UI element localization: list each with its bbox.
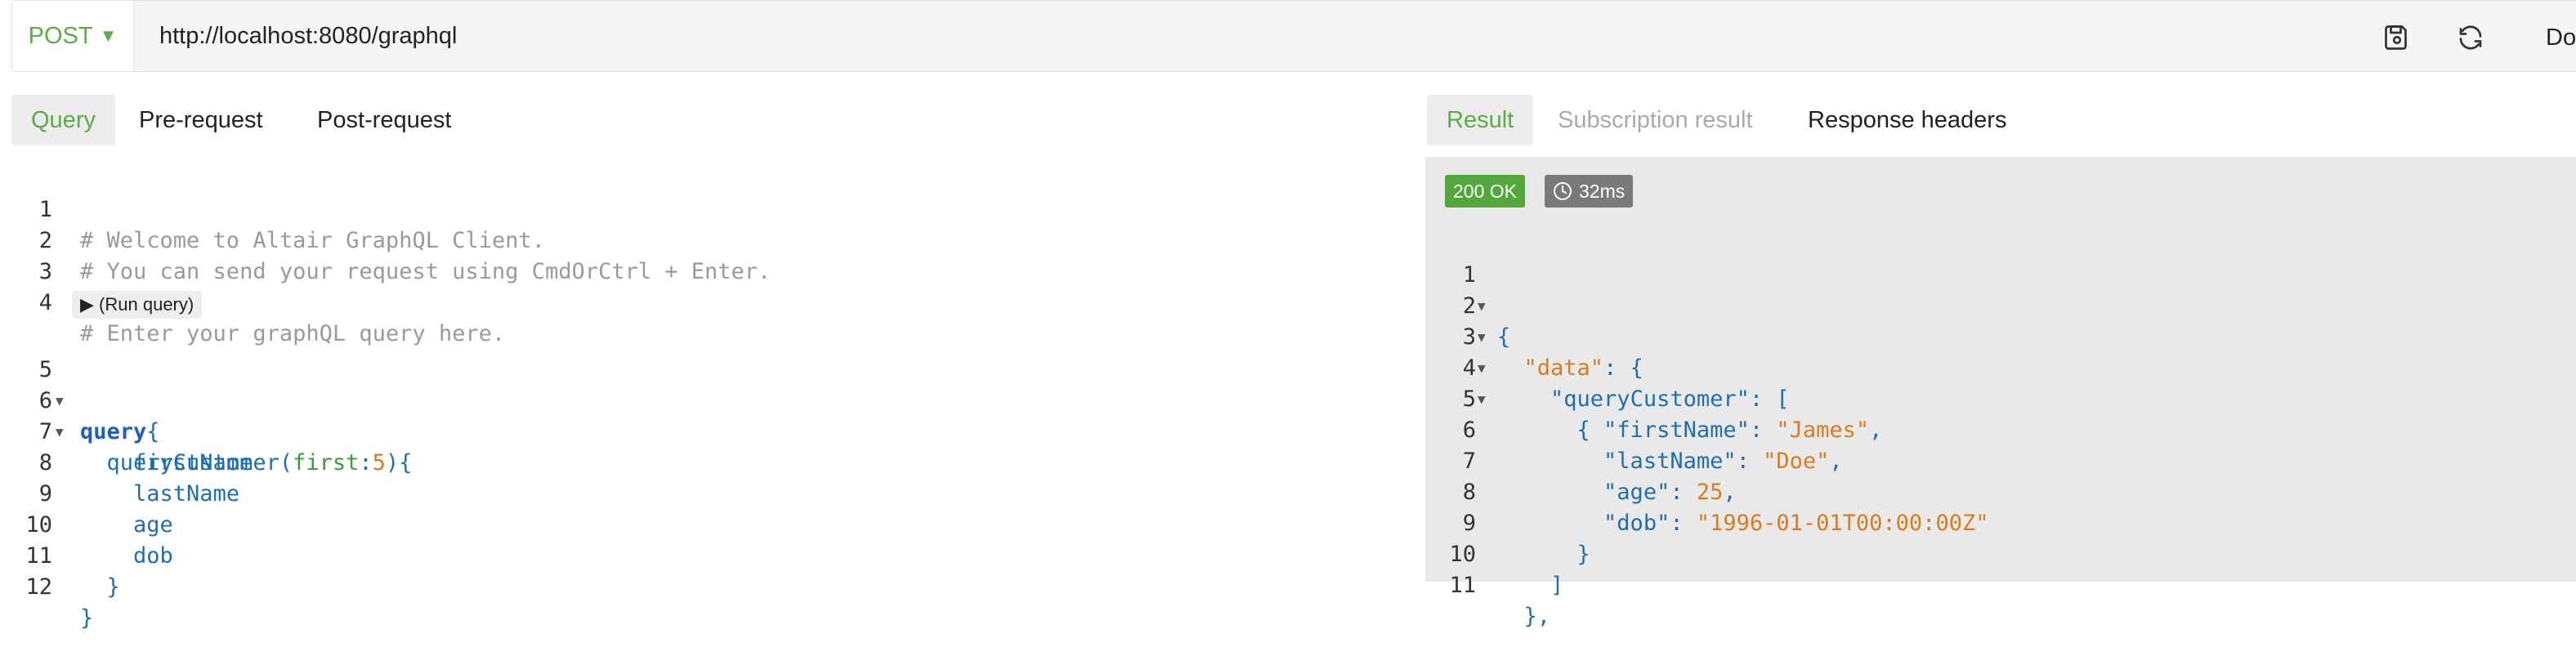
response-time-badge: 32ms [1545,175,1634,208]
query-editor[interactable]: 1 # Welcome to Altair GraphQL Client. 2 … [0,154,1422,631]
result-line: 5 "firstName": "James", [1462,386,1883,443]
play-icon: ▶ [80,294,94,315]
run-query-label: (Run query) [99,294,195,315]
docs-button[interactable]: Doc [2546,1,2576,71]
url-bar: POST ▼ Doc [11,0,2576,72]
editor-line: 2 # You can send your request using CmdO… [38,228,771,284]
editor-line: 9 age [38,481,173,538]
editor-line: 6 ▼ queryCustomer(first:5){ [38,388,413,475]
status-badge: 200 OK [1445,175,1525,208]
method-label: POST [28,22,93,49]
result-line: 11 }, [1449,573,1551,629]
method-dropdown[interactable]: POST ▼ [12,1,134,71]
clock-icon [1554,182,1572,200]
editor-line: 3 [38,259,52,284]
editor-line: 5 ▼ query{ [38,357,160,444]
refresh-icon[interactable] [2456,23,2485,52]
tab-subscription-result[interactable]: Subscription result [1538,95,1773,145]
result-line: 4 ▼ { [1462,355,1590,443]
editor-line: 4 # Enter your graphQL query here. [38,290,506,346]
tab-result[interactable]: Result [1427,95,1534,145]
result-line: 9 } [1462,511,1590,567]
run-query-button[interactable]: ▶ (Run query) [72,291,203,319]
save-icon[interactable] [2382,23,2412,52]
response-time-label: 32ms [1579,181,1626,202]
result-line: 3 ▼ "queryCustomer": [ [1462,324,1790,412]
editor-line: 7 firstName [38,419,253,475]
editor-line: 11 } [25,543,120,600]
tab-response-headers[interactable]: Response headers [1788,95,2026,145]
url-input[interactable] [159,1,2284,71]
tab-query[interactable]: Query [11,95,115,145]
result-line: 8 "dob": "1996-01-01T00:00:00Z" [1462,480,1989,536]
editor-line: 12 } [25,574,94,631]
result-line: 1 ▼ { [1462,262,1511,350]
tab-pre-request[interactable]: Pre-request [119,95,283,145]
caret-down-icon: ▼ [99,25,118,46]
editor-line: 8 lastName [38,450,240,507]
result-panel: 200 OK 32ms 1 ▼ { 2 ▼ "data": { 3 ▼ "que… [1425,157,2576,629]
editor-line: 10 dob [25,512,173,569]
editor-line: 1 # Welcome to Altair GraphQL Client. [38,197,545,253]
result-line: 6 "lastName": "Doe", [1462,417,1843,474]
result-line: 10 ] [1449,542,1564,598]
result-line: 7 "age": 25, [1462,449,1737,505]
result-line: 2 ▼ "data": { [1462,293,1644,381]
tab-post-request[interactable]: Post-request [297,95,471,145]
